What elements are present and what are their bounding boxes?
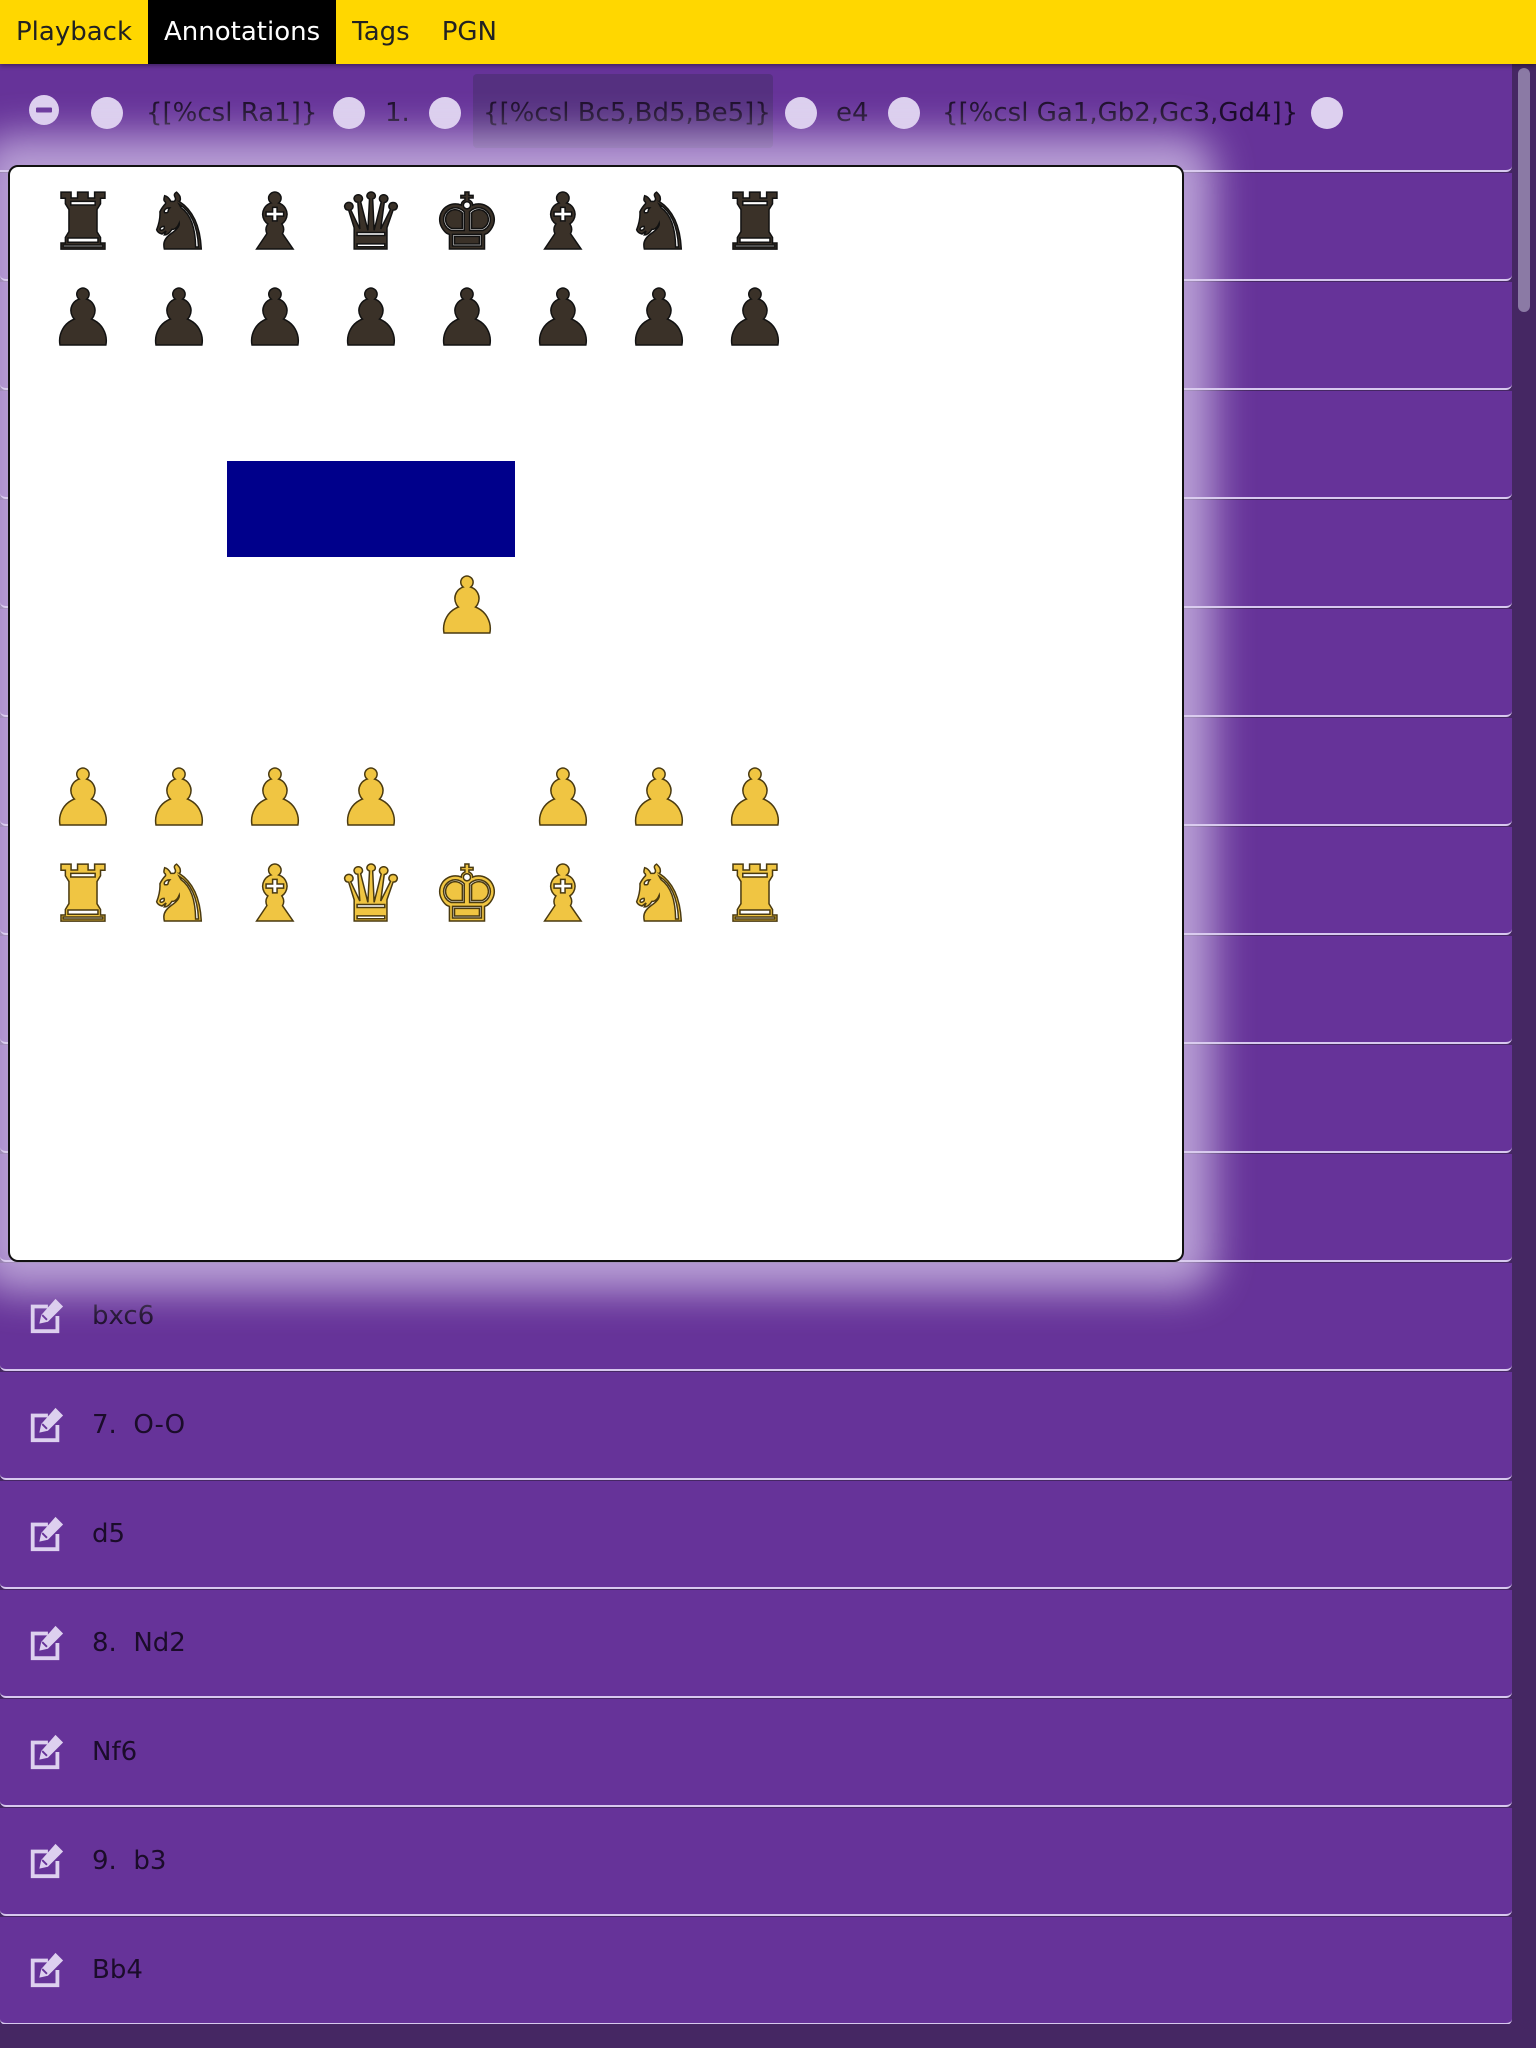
white-pawn-d2: ♟ — [336, 754, 406, 844]
black-king-e8: ♚ — [432, 178, 502, 268]
tab-pgn[interactable]: PGN — [426, 0, 513, 64]
edit-icon[interactable] — [27, 1515, 65, 1553]
insert-point-dot[interactable] — [785, 97, 817, 129]
edit-icon[interactable] — [27, 1406, 65, 1444]
scrollbar-thumb[interactable] — [1518, 68, 1530, 312]
tab-playback[interactable]: Playback — [0, 0, 148, 64]
white-knight-b1: ♞ — [144, 850, 214, 940]
move-label: Bb4 — [92, 1955, 143, 1985]
edit-icon[interactable] — [27, 1951, 65, 1989]
move-label: 8. Nd2 — [92, 1628, 186, 1658]
white-rook-a1: ♜ — [48, 850, 118, 940]
edit-icon[interactable] — [27, 1733, 65, 1771]
move-row[interactable]: bxc6 — [0, 1263, 1512, 1371]
black-pawn-g7: ♟ — [624, 274, 694, 364]
tab-annotations[interactable]: Annotations — [148, 0, 337, 64]
annotation-move[interactable]: 1. — [385, 96, 410, 130]
chess-board: ♜ ♞ ♝ ♛ ♚ ♝ ♞ ♜♟ ♟ ♟ ♟ ♟ ♟ ♟ ♟♟♟ ♟ ♟ ♟ ♟ ♟ ♟♜ ♞ ♝ ♛ ♚ ♝ ♞ ♜ — [47, 177, 790, 941]
black-pawn-a7: ♟ — [48, 274, 118, 364]
insert-point-dot[interactable] — [1311, 97, 1343, 129]
white-bishop-f1: ♝ — [528, 850, 598, 940]
white-pawn-e4: ♟ — [432, 562, 502, 652]
black-pawn-c7: ♟ — [240, 274, 310, 364]
insert-point-dot[interactable] — [91, 97, 123, 129]
white-knight-g1: ♞ — [624, 850, 694, 940]
move-label: bxc6 — [92, 1301, 155, 1331]
black-pawn-e7: ♟ — [432, 274, 502, 364]
black-pawn-f7: ♟ — [528, 274, 598, 364]
move-row[interactable]: 8. Nd2 — [0, 1590, 1512, 1698]
insert-point-dot[interactable] — [429, 97, 461, 129]
board-preview-popup: ♜ ♞ ♝ ♛ ♚ ♝ ♞ ♜ ♟ ♟ ♟ ♟ ♟ ♟ ♟ ♟ ♟ ♟ ♟ ♟ ♟ ♟ ♟ ♟ ♜ ♞ ♝ ♛ ♚ ♝ ♞ ♜ — [8, 165, 1184, 1262]
highlight-square-e5 — [419, 461, 515, 557]
black-bishop-f8: ♝ — [528, 178, 598, 268]
highlight-square-d5 — [323, 461, 419, 557]
move-row[interactable]: Bb4 — [0, 1917, 1512, 2025]
black-pawn-h7: ♟ — [720, 274, 790, 364]
insert-point-dot[interactable] — [333, 97, 365, 129]
black-bishop-c8: ♝ — [240, 178, 310, 268]
black-queen-d8: ♛ — [336, 178, 406, 268]
black-rook-a8: ♜ — [48, 178, 118, 268]
annotation-move[interactable]: e4 — [836, 96, 869, 130]
highlight-square-c5 — [227, 461, 323, 557]
white-bishop-c1: ♝ — [240, 850, 310, 940]
white-king-e1: ♚ — [432, 850, 502, 940]
move-row[interactable]: d5 — [0, 1481, 1512, 1589]
scrollbar-track[interactable] — [1512, 64, 1536, 2024]
black-rook-h8: ♜ — [720, 178, 790, 268]
move-row[interactable]: Nf6 — [0, 1699, 1512, 1807]
white-pawn-f2: ♟ — [528, 754, 598, 844]
annotation-comment[interactable]: {[%csl Ra1]} — [146, 96, 317, 130]
edit-icon[interactable] — [27, 1624, 65, 1662]
collapse-minus-icon[interactable] — [28, 94, 60, 126]
white-pawn-a2: ♟ — [48, 754, 118, 844]
black-pawn-d7: ♟ — [336, 274, 406, 364]
annotation-comment[interactable]: {[%csl Ga1,Gb2,Gc3,Gd4]} — [942, 96, 1298, 130]
white-rook-h1: ♜ — [720, 850, 790, 940]
tab-bar: Playback Annotations Tags PGN — [0, 0, 1536, 64]
move-row[interactable]: 9. b3 — [0, 1808, 1512, 1916]
black-knight-g8: ♞ — [624, 178, 694, 268]
black-knight-b8: ♞ — [144, 178, 214, 268]
move-label: d5 — [92, 1519, 126, 1549]
white-pawn-g2: ♟ — [624, 754, 694, 844]
edit-icon[interactable] — [27, 1842, 65, 1880]
annotation-comment[interactable]: {[%csl Bc5,Bd5,Be5]} — [483, 96, 771, 130]
white-queen-d1: ♛ — [336, 850, 406, 940]
move-label: Nf6 — [92, 1737, 138, 1767]
white-pawn-c2: ♟ — [240, 754, 310, 844]
insert-point-dot[interactable] — [888, 97, 920, 129]
white-pawn-b2: ♟ — [144, 754, 214, 844]
move-label: 9. b3 — [92, 1846, 167, 1876]
white-pawn-h2: ♟ — [720, 754, 790, 844]
tab-tags[interactable]: Tags — [336, 0, 426, 64]
edit-icon[interactable] — [27, 1297, 65, 1335]
black-pawn-b7: ♟ — [144, 274, 214, 364]
move-label: 7. O-O — [92, 1410, 186, 1440]
move-row[interactable]: 7. O-O — [0, 1372, 1512, 1480]
bottom-strip — [0, 2024, 1512, 2048]
